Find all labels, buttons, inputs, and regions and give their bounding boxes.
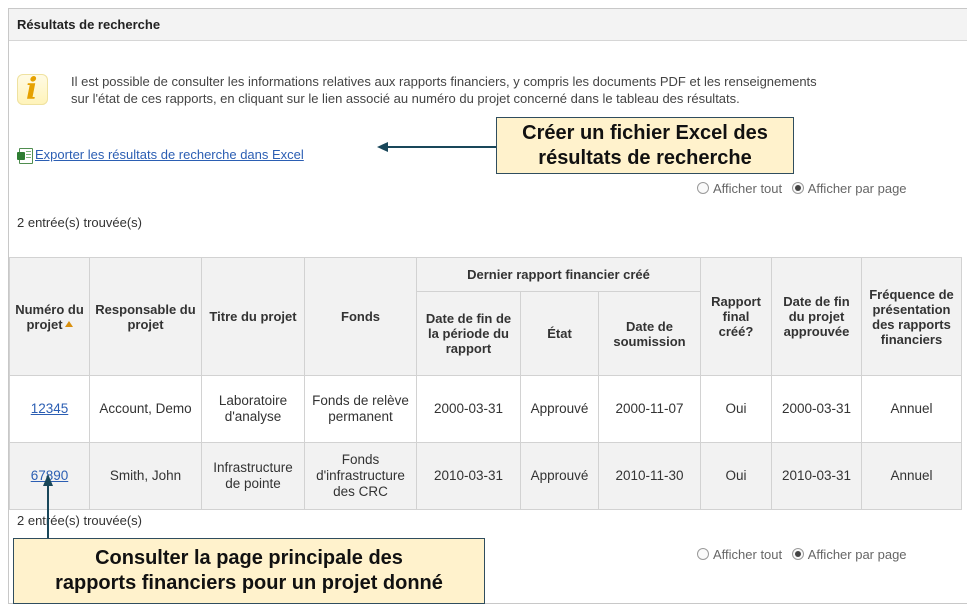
callout-arrow-line [387,146,497,148]
show-all-label[interactable]: Afficher tout [713,181,782,196]
cell-period-end: 2010-03-31 [416,442,521,510]
cell-frequency: Annuel [861,375,962,443]
callout-arrow-line [47,485,49,541]
per-page-label[interactable]: Afficher par page [808,547,907,562]
col-status: État [520,291,599,376]
cell-submission-date: 2000-11-07 [598,375,701,443]
cell-frequency: Annuel [861,442,962,510]
cell-manager: Account, Demo [89,375,202,443]
callout-excel-line2: résultats de recherche [538,147,752,169]
col-approved-end-date: Date de fin du projet approuvée [771,257,862,376]
panel-header: Résultats de recherche [9,9,967,41]
table-row: 67890 Smith, John Infrastructure de poin… [9,442,962,510]
info-message-line1: Il est possible de consulter les informa… [71,74,817,89]
callout-excel-line1: Créer un fichier Excel des [522,122,768,144]
sort-ascending-icon[interactable] [64,320,73,327]
col-group-last-report: Dernier rapport financier créé [416,257,701,292]
cell-title: Infrastructure de pointe [201,442,305,510]
cell-final-report: Oui [700,442,772,510]
export-excel-link[interactable]: Exporter les résultats de recherche dans… [35,147,304,162]
callout-project-line2: rapports financiers pour un projet donné [55,572,443,594]
per-page-radio[interactable] [791,182,804,194]
results-count-bottom: 2 entrée(s) trouvée(s) [17,513,142,528]
callout-project-line1: Consulter la page principale des [95,547,403,569]
excel-icon[interactable] [17,148,33,164]
table-row: 12345 Account, Demo Laboratoire d'analys… [9,375,962,443]
search-results-panel: Résultats de recherche i Il est possible… [8,8,967,604]
col-project-number-label[interactable]: Numéro du projet [15,302,84,332]
show-all-radio[interactable] [697,182,709,194]
per-page-radio[interactable] [791,548,804,560]
show-all-radio[interactable] [697,548,709,560]
col-fund: Fonds [304,257,417,376]
info-icon: i [17,72,48,107]
results-table: Numéro du projet Responsable du projet T… [9,257,962,510]
cell-status: Approuvé [520,442,599,510]
view-options-bottom: Afficher tout Afficher par page [697,547,907,562]
per-page-label[interactable]: Afficher par page [808,181,907,196]
cell-approved-end-date: 2000-03-31 [771,375,862,443]
col-period-end: Date de fin de la période du rapport [416,291,521,376]
col-submission-date: Date de soumission [598,291,701,376]
info-message-line2: sur l'état de ces rapports, en cliquant … [71,91,740,106]
show-all-label[interactable]: Afficher tout [713,547,782,562]
col-project-number[interactable]: Numéro du projet [9,257,90,376]
cell-title: Laboratoire d'analyse [201,375,305,443]
col-final-report: Rapport final créé? [700,257,772,376]
cell-manager: Smith, John [89,442,202,510]
col-title: Titre du projet [201,257,305,376]
cell-submission-date: 2010-11-30 [598,442,701,510]
cell-period-end: 2000-03-31 [416,375,521,443]
col-manager: Responsable du projet [89,257,202,376]
cell-status: Approuvé [520,375,599,443]
cell-final-report: Oui [700,375,772,443]
panel-title: Résultats de recherche [17,17,161,32]
cell-fund: Fonds de relève permanent [304,375,417,443]
cell-approved-end-date: 2010-03-31 [771,442,862,510]
cell-fund: Fonds d'infrastructure des CRC [304,442,417,510]
col-frequency: Fréquence de présentation des rapports f… [861,257,962,376]
callout-project-page: Consulter la page principale des rapport… [13,538,485,604]
project-link[interactable]: 12345 [31,401,69,416]
callout-excel-export: Créer un fichier Excel des résultats de … [496,117,794,174]
view-options-top: Afficher tout Afficher par page [697,181,907,196]
info-message: Il est possible de consulter les informa… [71,73,967,107]
results-count-top: 2 entrée(s) trouvée(s) [17,215,142,230]
